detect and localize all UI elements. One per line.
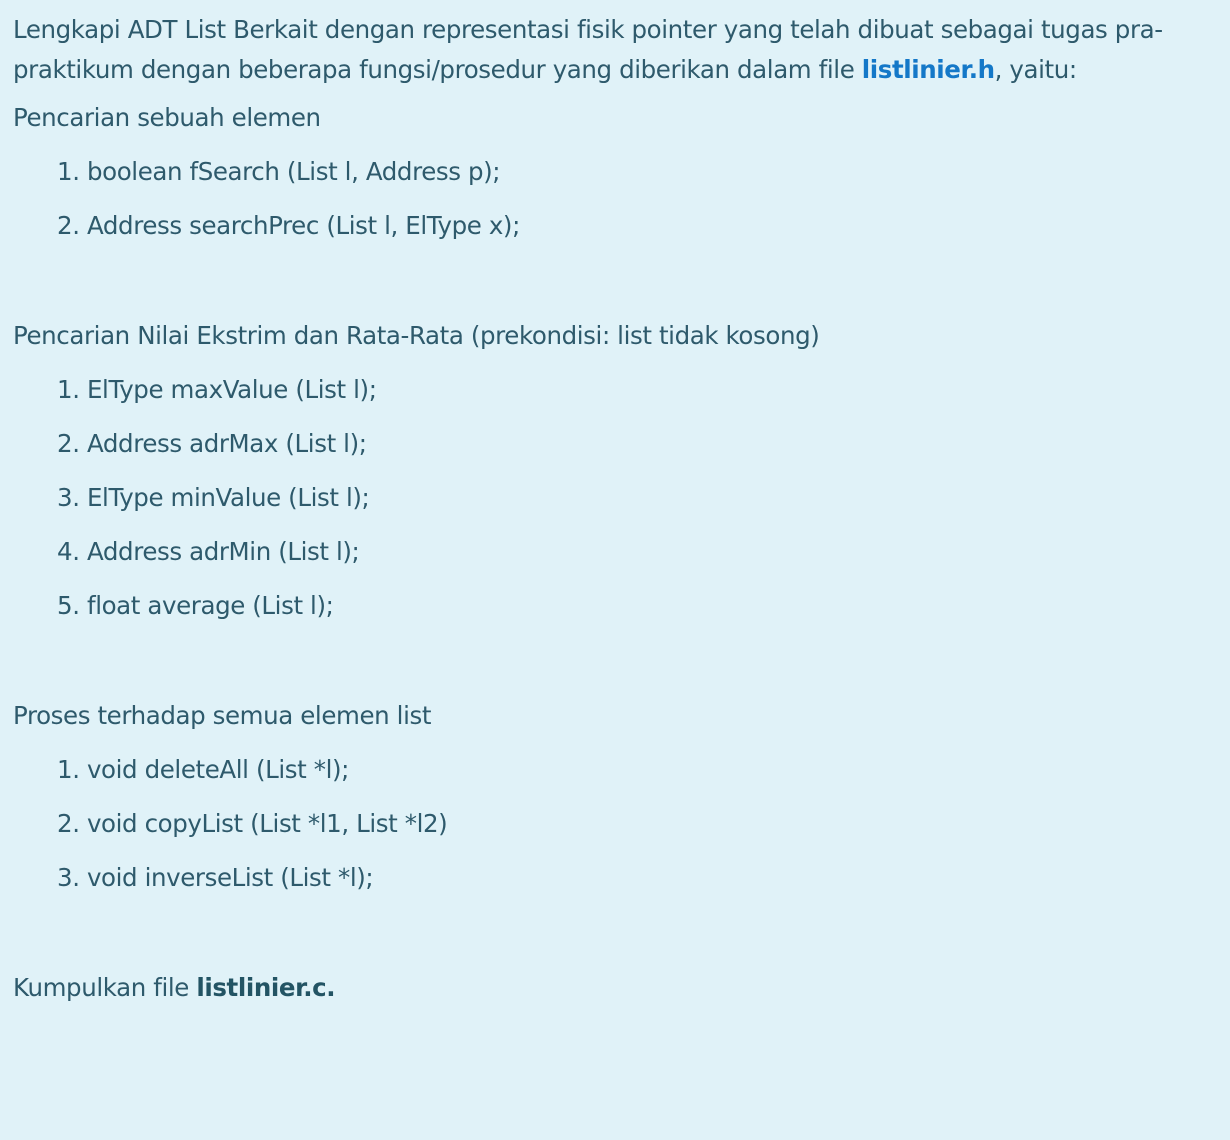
list-item: 1. boolean fSearch (List l, Address p); (57, 157, 501, 186)
list-item: 2. Address searchPrec (List l, ElType x)… (57, 211, 520, 240)
assignment-content: Lengkapi ADT List Berkait dengan represe… (0, 0, 1230, 1140)
list-item: 4. Address adrMin (List l); (57, 537, 360, 566)
submission-text: Kumpulkan file (13, 973, 197, 1002)
process-function-list: 1. void deleteAll (List *l); 2. void cop… (13, 756, 1217, 892)
list-item: 3. ElType minValue (List l); (57, 483, 370, 512)
list-item: 3. void inverseList (List *l); (57, 863, 374, 892)
section-heading-process: Proses terhadap semua elemen list (13, 701, 432, 730)
list-item: 1. void deleteAll (List *l); (57, 755, 349, 784)
listlinier-h-link[interactable]: listlinier.h (862, 55, 995, 84)
list-item: 1. ElType maxValue (List l); (57, 375, 377, 404)
section-heading-extreme: Pencarian Nilai Ekstrim dan Rata-Rata (p… (13, 321, 820, 350)
list-item: 5. float average (List l); (57, 591, 334, 620)
submission-instruction: Kumpulkan file listlinier.c. (13, 974, 1217, 1002)
intro-text-end: , yaitu: (994, 55, 1077, 84)
submission-file-name: listlinier.c. (196, 973, 336, 1002)
search-function-list: 1. boolean fSearch (List l, Address p); … (13, 158, 1217, 240)
list-item: 2. Address adrMax (List l); (57, 429, 367, 458)
extreme-function-list: 1. ElType maxValue (List l); 2. Address … (13, 376, 1217, 620)
intro-paragraph: Lengkapi ADT List Berkait dengan represe… (13, 10, 1217, 90)
section-heading-search: Pencarian sebuah elemen (13, 103, 321, 132)
list-item: 2. void copyList (List *l1, List *l2) (57, 809, 448, 838)
